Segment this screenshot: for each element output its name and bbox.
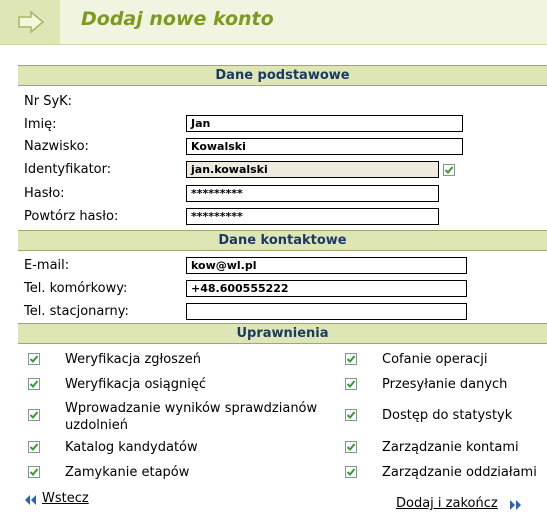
check-icon <box>29 468 39 476</box>
permission-checkbox[interactable] <box>28 409 40 421</box>
section-basic-header: Dane podstawowe <box>18 65 547 86</box>
check-icon <box>29 411 39 419</box>
powtorz-haslo-label: Powtórz hasło: <box>24 209 119 224</box>
permission-checkbox[interactable] <box>28 466 40 478</box>
landline-label: Tel. stacjonarny: <box>24 304 129 319</box>
mobile-field[interactable]: +48.600555222 <box>186 280 467 297</box>
permission-checkbox[interactable] <box>345 441 357 453</box>
identyfikator-label: Identyfikator: <box>24 162 112 177</box>
page-header: Dodaj nowe konto <box>0 0 547 45</box>
check-icon <box>346 380 356 388</box>
arrow-right-icon <box>18 10 45 34</box>
haslo-field[interactable]: ********* <box>186 185 439 202</box>
permission-checkbox[interactable] <box>28 441 40 453</box>
permission-label: Przesyłanie danych <box>382 377 508 392</box>
identyfikator-checkbox[interactable] <box>443 164 455 176</box>
section-contact-header: Dane kontaktowe <box>18 230 547 251</box>
check-icon <box>29 380 39 388</box>
check-icon <box>346 355 356 363</box>
permission-checkbox[interactable] <box>345 353 357 365</box>
permission-label: Zamykanie etapów <box>65 465 190 480</box>
check-icon <box>346 411 356 419</box>
permission-label: Katalog kandydatów <box>65 440 198 455</box>
email-label: E-mail: <box>24 258 70 273</box>
permission-checkbox[interactable] <box>345 378 357 390</box>
nr-syk-label: Nr SyK: <box>24 94 73 109</box>
permission-checkbox[interactable] <box>345 409 357 421</box>
check-icon <box>346 443 356 451</box>
check-icon <box>444 166 454 174</box>
header-divider <box>0 44 547 45</box>
haslo-label: Hasło: <box>24 186 65 201</box>
nazwisko-field[interactable]: Kowalski <box>186 138 463 155</box>
permission-checkbox[interactable] <box>28 378 40 390</box>
identyfikator-field[interactable]: jan.kowalski <box>186 161 439 178</box>
page-title: Dodaj nowe konto <box>81 8 274 30</box>
check-icon <box>346 468 356 476</box>
check-icon <box>29 443 39 451</box>
permission-checkbox[interactable] <box>28 353 40 365</box>
imie-field[interactable]: Jan <box>186 115 463 132</box>
powtorz-haslo-field[interactable]: ********* <box>186 208 439 225</box>
email-field[interactable]: kow@wl.pl <box>186 257 467 274</box>
add-and-finish-link[interactable]: Dodaj i zakończ <box>396 496 498 511</box>
permission-checkbox[interactable] <box>345 466 357 478</box>
permission-label: Weryfikacja zgłoszeń <box>65 352 201 367</box>
check-icon <box>29 355 39 363</box>
permission-label: Zarządzanie oddziałami <box>382 465 537 480</box>
header-icon-box <box>0 0 60 45</box>
forward-arrow-icon[interactable] <box>508 499 522 511</box>
back-arrow-icon[interactable] <box>24 494 38 506</box>
permission-label: Cofanie operacji <box>382 352 488 367</box>
landline-field[interactable] <box>186 303 467 320</box>
permission-label: Weryfikacja osiągnięć <box>65 377 206 392</box>
back-link[interactable]: Wstecz <box>42 491 89 506</box>
permission-label: Wprowadzanie wyników sprawdzianów uzdoln… <box>65 401 318 433</box>
permission-label: Zarządzanie kontami <box>382 440 519 455</box>
section-permissions-header: Uprawnienia <box>18 323 547 344</box>
imie-label: Imię: <box>24 117 57 132</box>
permission-label: Dostęp do statystyk <box>382 408 513 423</box>
mobile-label: Tel. komórkowy: <box>24 281 128 296</box>
nazwisko-label: Nazwisko: <box>24 139 89 154</box>
